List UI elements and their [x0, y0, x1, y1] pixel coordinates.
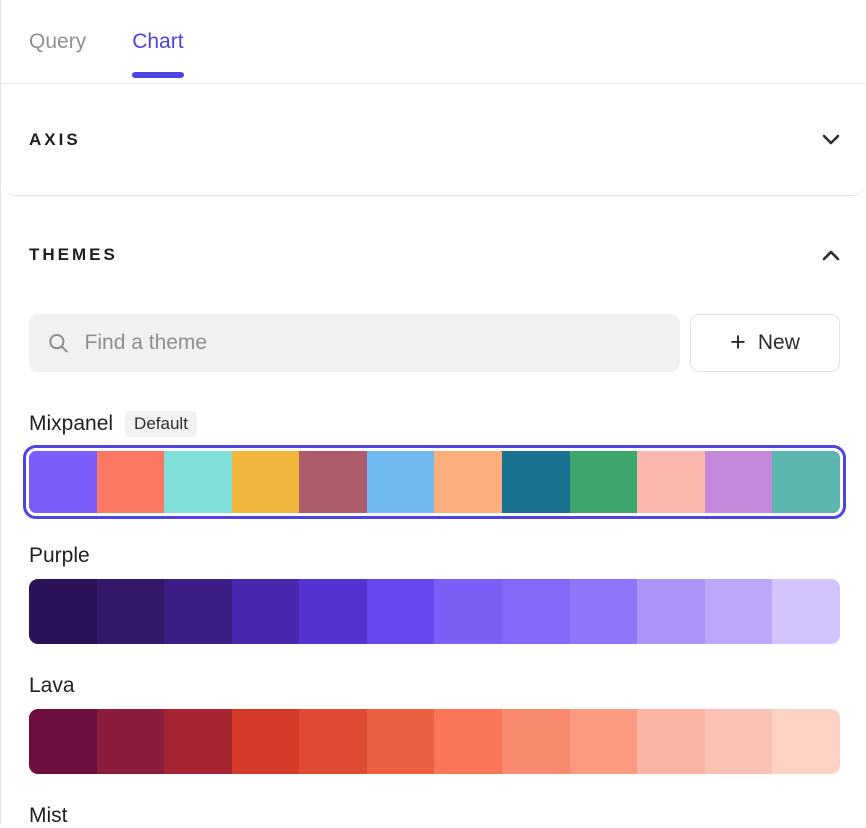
- color-swatch: [502, 709, 570, 774]
- axis-section-title: AXIS: [29, 130, 81, 150]
- axis-section[interactable]: AXIS: [1, 84, 866, 196]
- color-swatch: [299, 579, 367, 644]
- theme-swatch-row[interactable]: [29, 451, 840, 513]
- chevron-down-icon[interactable]: [822, 134, 840, 145]
- color-swatch: [434, 451, 502, 513]
- color-swatch: [772, 709, 840, 774]
- theme-list: Mixpanel Default Purple Lava Mist: [29, 411, 840, 828]
- color-swatch: [97, 709, 165, 774]
- color-swatch: [637, 451, 705, 513]
- color-swatch: [97, 579, 165, 644]
- color-swatch: [502, 579, 570, 644]
- plus-icon: +: [730, 329, 746, 356]
- color-swatch: [637, 709, 705, 774]
- theme-item-lava: Lava: [29, 674, 840, 774]
- theme-name-row: Mist: [29, 804, 840, 828]
- card-gap: [1, 196, 866, 206]
- theme-name-row: Mixpanel Default: [29, 411, 840, 437]
- color-swatch: [570, 451, 638, 513]
- color-swatch: [705, 451, 773, 513]
- theme-search-row: + New: [29, 314, 840, 372]
- theme-name-row: Lava: [29, 674, 840, 698]
- theme-item-mixpanel: Mixpanel Default: [29, 411, 840, 519]
- color-swatch: [232, 709, 300, 774]
- themes-section-title: THEMES: [29, 245, 118, 265]
- theme-name: Lava: [29, 674, 75, 698]
- color-swatch: [29, 579, 97, 644]
- color-swatch: [164, 579, 232, 644]
- color-swatch: [772, 451, 840, 513]
- color-swatch: [434, 709, 502, 774]
- color-swatch: [299, 451, 367, 513]
- themes-section: THEMES + New MixpanelDefaultPurpleLavaMi…: [1, 206, 866, 828]
- color-swatch: [705, 579, 773, 644]
- color-swatch: [367, 709, 435, 774]
- theme-name: Mist: [29, 804, 68, 828]
- default-badge: Default: [125, 411, 197, 437]
- color-swatch: [232, 451, 300, 513]
- tab-query[interactable]: Query: [29, 0, 86, 83]
- color-swatch: [434, 579, 502, 644]
- color-swatch: [367, 451, 435, 513]
- new-theme-button[interactable]: + New: [690, 314, 840, 372]
- color-swatch: [367, 579, 435, 644]
- theme-item-mist: Mist: [29, 804, 840, 828]
- color-swatch: [570, 579, 638, 644]
- color-swatch: [637, 579, 705, 644]
- color-swatch: [232, 579, 300, 644]
- themes-section-header[interactable]: THEMES: [29, 245, 840, 265]
- color-swatch: [772, 579, 840, 644]
- theme-search-box[interactable]: [29, 314, 680, 372]
- search-icon: [47, 331, 70, 355]
- theme-swatch-row[interactable]: [29, 579, 840, 644]
- chevron-up-icon[interactable]: [822, 250, 840, 261]
- theme-name: Purple: [29, 544, 90, 568]
- theme-name-row: Purple: [29, 544, 840, 568]
- color-swatch: [502, 451, 570, 513]
- color-swatch: [97, 451, 165, 513]
- tab-chart[interactable]: Chart: [132, 0, 183, 83]
- color-swatch: [164, 451, 232, 513]
- color-swatch: [29, 451, 97, 513]
- selected-theme-ring[interactable]: [23, 445, 846, 519]
- new-theme-button-label: New: [758, 331, 800, 355]
- color-swatch: [705, 709, 773, 774]
- color-swatch: [570, 709, 638, 774]
- theme-search-input[interactable]: [85, 331, 662, 355]
- color-swatch: [29, 709, 97, 774]
- theme-name: Mixpanel: [29, 412, 113, 436]
- color-swatch: [299, 709, 367, 774]
- color-swatch: [164, 709, 232, 774]
- theme-item-purple: Purple: [29, 544, 840, 644]
- tab-bar: Query Chart: [1, 0, 866, 84]
- theme-swatch-row[interactable]: [29, 709, 840, 774]
